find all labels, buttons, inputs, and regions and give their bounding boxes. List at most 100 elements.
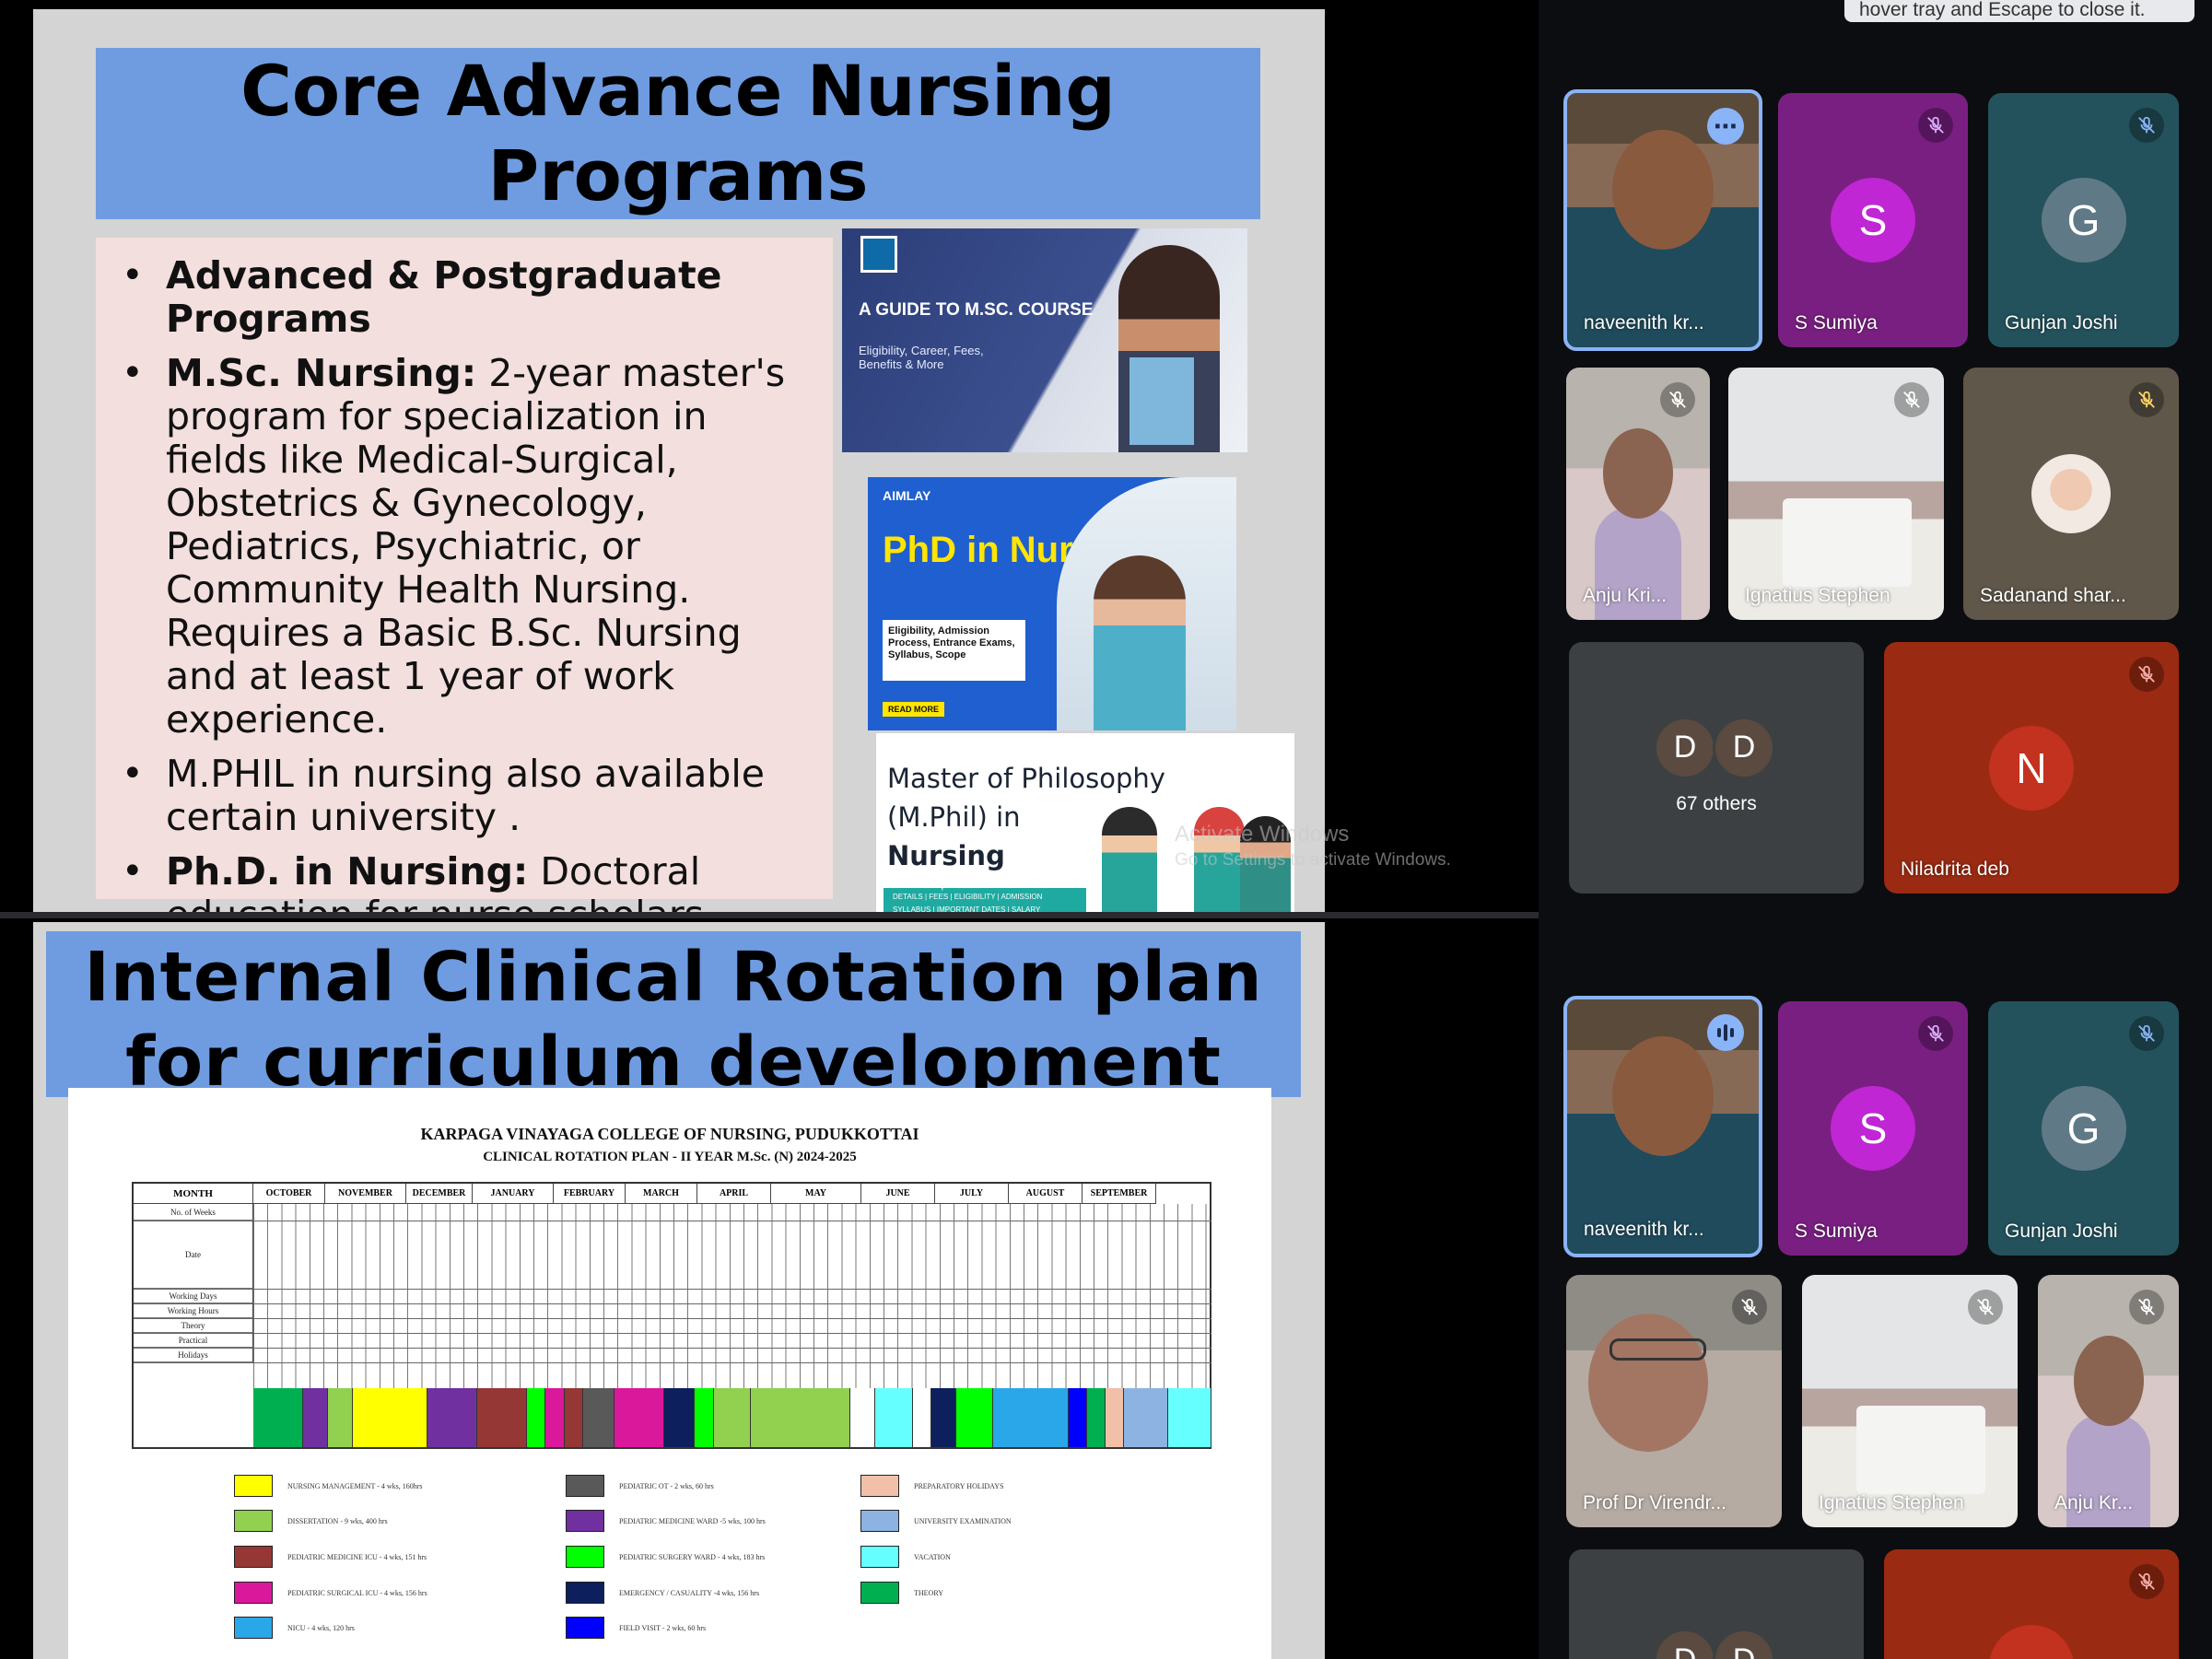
month-header-cell: MAY bbox=[771, 1184, 861, 1204]
legend-label: VACATION bbox=[914, 1552, 951, 1561]
rotation-bar bbox=[695, 1388, 714, 1447]
rotation-bar bbox=[253, 1388, 304, 1447]
participant-tile[interactable]: G Gunjan Joshi bbox=[1988, 93, 2179, 347]
month-header-cell: MARCH bbox=[626, 1184, 697, 1204]
participant-name: Gunjan Joshi bbox=[2005, 1221, 2118, 1242]
rotation-bar bbox=[1106, 1388, 1125, 1447]
legend-swatch bbox=[566, 1582, 604, 1604]
mic-off-icon bbox=[1660, 382, 1695, 417]
legend-item: DISSERTATION - 9 wks, 400 hrs bbox=[234, 1510, 388, 1532]
participant-tile[interactable]: ⋯ naveenith kr... bbox=[1563, 89, 1762, 351]
participant-tile[interactable]: Anju Kri... bbox=[1566, 368, 1710, 620]
participant-tile[interactable]: Ignatius Stephen bbox=[1728, 368, 1944, 620]
document-subtitle: CLINICAL ROTATION PLAN - II YEAR M.Sc. (… bbox=[483, 1150, 857, 1164]
legend-item: UNIVERSITY EXAMINATION bbox=[860, 1510, 1012, 1532]
avatar: G bbox=[2041, 178, 2126, 263]
row-label: Practical bbox=[134, 1333, 253, 1348]
participant-video bbox=[1603, 428, 1673, 520]
rotation-bar bbox=[993, 1388, 1069, 1447]
avatar: S bbox=[1831, 178, 1915, 263]
legend-item: EMERGENCY / CASUALITY -4 wks, 156 hrs bbox=[566, 1582, 759, 1604]
participant-name: S Sumiya bbox=[1795, 1221, 1878, 1242]
month-header-cell: AUGUST bbox=[1009, 1184, 1083, 1204]
row-label: Holidays bbox=[134, 1348, 253, 1362]
nurse-figure bbox=[1094, 555, 1186, 730]
participant-name: naveenith kr... bbox=[1584, 1219, 1704, 1240]
rotation-bar bbox=[427, 1388, 478, 1447]
month-header-cell: APRIL bbox=[697, 1184, 771, 1204]
participant-tile[interactable]: S S Sumiya bbox=[1778, 93, 1968, 347]
month-header-cell: JUNE bbox=[861, 1184, 935, 1204]
legend-item: PREPARATORY HOLIDAYS bbox=[860, 1475, 1003, 1497]
avatar: D bbox=[1654, 716, 1716, 779]
document-title: KARPAGA VINAYAGA COLLEGE OF NURSING, PUD… bbox=[420, 1125, 919, 1143]
slide-clinical-rotation: Internal Clinical Rotation plan for curr… bbox=[33, 922, 1325, 1659]
participant-tile[interactable]: Prof Dr Virendr... bbox=[1566, 1275, 1782, 1527]
participant-tile[interactable] bbox=[1884, 1549, 2179, 1659]
legend-label: DISSERTATION - 9 wks, 400 hrs bbox=[287, 1516, 388, 1525]
mic-off-icon bbox=[2129, 1016, 2164, 1051]
legend-swatch bbox=[566, 1510, 604, 1532]
rotation-document: KARPAGA VINAYAGA COLLEGE OF NURSING, PUD… bbox=[68, 1088, 1271, 1659]
others-tile[interactable]: D D bbox=[1569, 1549, 1864, 1659]
participant-tile[interactable]: S S Sumiya bbox=[1778, 1001, 1968, 1256]
month-header-cell: JANUARY bbox=[473, 1184, 554, 1204]
others-tile[interactable]: D D 67 others bbox=[1569, 642, 1864, 894]
shared-screen-top[interactable]: Core Advance Nursing Programs Advanced &… bbox=[0, 0, 1539, 937]
legend-item: NICU - 4 wks, 120 hrs bbox=[234, 1617, 355, 1639]
legend-swatch bbox=[860, 1510, 899, 1532]
legend-swatch bbox=[234, 1510, 273, 1532]
msc-image-title: A GUIDE TO M.SC. COURSE bbox=[859, 300, 1094, 320]
participant-tile[interactable]: naveenith kr... bbox=[1563, 996, 1762, 1257]
legend-label: PEDIATRIC MEDICINE ICU - 4 wks, 151 hrs bbox=[287, 1552, 427, 1561]
profile-photo bbox=[2031, 454, 2111, 533]
legend-swatch bbox=[566, 1546, 604, 1568]
legend-label: PEDIATRIC OT - 2 wks, 60 hrs bbox=[619, 1481, 714, 1490]
legend-swatch bbox=[234, 1546, 273, 1568]
shared-screen-bottom[interactable]: Internal Clinical Rotation plan for curr… bbox=[0, 918, 1539, 1659]
participant-tile[interactable]: Sadanand shar... bbox=[1963, 368, 2179, 620]
rotation-bar bbox=[1167, 1388, 1211, 1447]
bullet-item: M.Sc. Nursing: 2-year master's program f… bbox=[114, 352, 814, 742]
participant-name: Anju Kri... bbox=[1583, 585, 1668, 606]
participant-tile[interactable]: Ignatius Stephen bbox=[1802, 1275, 2018, 1527]
legend-label: PREPARATORY HOLIDAYS bbox=[914, 1481, 1004, 1490]
participant-name: Ignatius Stephen bbox=[1819, 1492, 1964, 1513]
phd-image-details: Eligibility, Admission Process, Entrance… bbox=[883, 620, 1025, 681]
legend-label: PEDIATRIC SURGERY WARD - 4 wks, 183 hrs bbox=[619, 1552, 766, 1561]
participant-name: S Sumiya bbox=[1795, 312, 1878, 333]
rotation-table: MONTH OCTOBER NOVEMBER DECEMBER JANUARY FEBR… bbox=[132, 1182, 1211, 1449]
more-options-icon[interactable]: ⋯ bbox=[1707, 108, 1744, 145]
others-avatars: D D bbox=[1654, 1629, 1775, 1659]
month-header-cell: FEBRUARY bbox=[554, 1184, 626, 1204]
rotation-bar bbox=[663, 1388, 696, 1447]
legend-item: PEDIATRIC SURGICAL ICU - 4 wks, 156 hrs bbox=[234, 1582, 427, 1604]
participant-tile[interactable]: G Gunjan Joshi bbox=[1988, 1001, 2179, 1256]
participant-tile[interactable]: N Niladrita deb bbox=[1884, 642, 2179, 894]
row-label: No. of Weeks bbox=[134, 1204, 253, 1221]
rotation-bar bbox=[912, 1388, 931, 1447]
month-header-cell: SEPTEMBER bbox=[1083, 1184, 1156, 1204]
glasses bbox=[1609, 1338, 1707, 1361]
avatar bbox=[1989, 1625, 2074, 1659]
month-header-cell: OCTOBER bbox=[253, 1184, 325, 1204]
legend-swatch bbox=[860, 1582, 899, 1604]
avatar: D bbox=[1713, 716, 1775, 779]
participant-tile[interactable]: Anju Kr... bbox=[2038, 1275, 2179, 1527]
mic-off-icon bbox=[2129, 1290, 2164, 1325]
avatar: D bbox=[1654, 1629, 1716, 1659]
legend-swatch bbox=[234, 1617, 273, 1639]
legend-swatch bbox=[566, 1475, 604, 1497]
rotation-bar bbox=[303, 1388, 329, 1447]
college-logo-icon bbox=[860, 236, 897, 273]
legend-label: EMERGENCY / CASUALITY -4 wks, 156 hrs bbox=[619, 1588, 760, 1597]
legend-item: PEDIATRIC MEDICINE ICU - 4 wks, 151 hrs bbox=[234, 1546, 427, 1568]
mic-off-icon bbox=[1918, 108, 1953, 143]
legend-item: PEDIATRIC MEDICINE WARD -5 wks, 100 hrs bbox=[566, 1510, 766, 1532]
book-figure bbox=[1129, 357, 1194, 445]
participant-video bbox=[1782, 498, 1912, 588]
phd-nursing-image: AIMLAY PhD in Nursing Eligibility, Admis… bbox=[868, 477, 1236, 730]
others-count: 67 others bbox=[1676, 792, 1757, 814]
avatar: N bbox=[1989, 725, 2074, 811]
legend-item: PEDIATRIC SURGERY WARD - 4 wks, 183 hrs bbox=[566, 1546, 765, 1568]
